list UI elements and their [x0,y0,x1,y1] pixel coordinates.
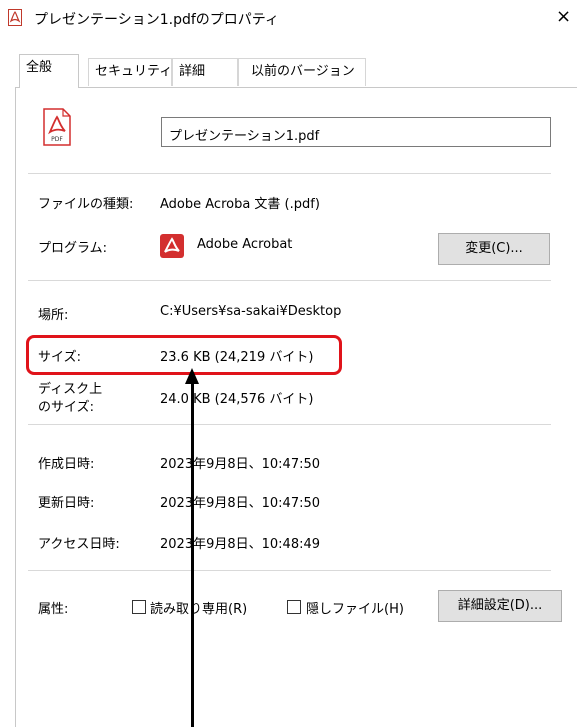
separator [28,173,551,174]
separator [28,424,551,425]
advanced-button[interactable]: 詳細設定(D)... [438,590,562,622]
created-value: 2023年9月8日、10:47:50 [160,457,321,472]
tab-details[interactable]: 詳細 [172,58,238,86]
pdf-document-icon [8,9,22,26]
readonly-checkbox[interactable] [132,600,146,614]
accessed-label: アクセス日時: [38,537,120,552]
location-value: C:¥Users¥sa-sakai¥Desktop [160,304,342,319]
tab-security[interactable]: セキュリティ [88,58,172,86]
readonly-label[interactable]: 読み取り専用(R) [150,598,247,617]
created-label: 作成日時: [38,457,95,472]
size-highlight-box [26,335,342,375]
modified-label: 更新日時: [38,496,95,511]
program-value: Adobe Acrobat [197,237,293,252]
tab-previous-versions[interactable]: 以前のバージョン [238,58,366,86]
pdf-file-icon: PDF [43,108,71,146]
close-button[interactable]: × [556,6,571,27]
file-type-value: Adobe Acroba 文書 (.pdf) [160,197,320,212]
window-title: プレゼンテーション1.pdfのプロパティ [34,12,279,28]
pdf-icon-label: PDF [51,136,63,143]
hidden-checkbox[interactable] [287,600,301,614]
separator [28,280,551,281]
attributes-label: 属性: [38,602,69,617]
general-panel [15,87,577,727]
program-label: プログラム: [38,241,107,256]
file-type-label: ファイルの種類: [38,197,134,212]
acrobat-icon [160,234,184,258]
modified-value: 2023年9月8日、10:47:50 [160,496,321,511]
separator [28,570,551,571]
disk-size-value: 24.0 KB (24,576 バイト) [160,392,314,407]
accessed-value: 2023年9月8日、10:48:49 [160,537,321,552]
tab-general[interactable]: 全般 [19,54,79,88]
disk-size-label-line2: のサイズ: [38,400,94,415]
file-name-input[interactable]: プレゼンテーション1.pdf [161,117,551,147]
change-program-button[interactable]: 変更(C)... [438,233,550,265]
location-label: 場所: [38,308,69,323]
hidden-label[interactable]: 隠しファイル(H) [306,598,404,617]
annotation-arrow-line [191,382,194,727]
disk-size-label-line1: ディスク上 [38,382,103,397]
